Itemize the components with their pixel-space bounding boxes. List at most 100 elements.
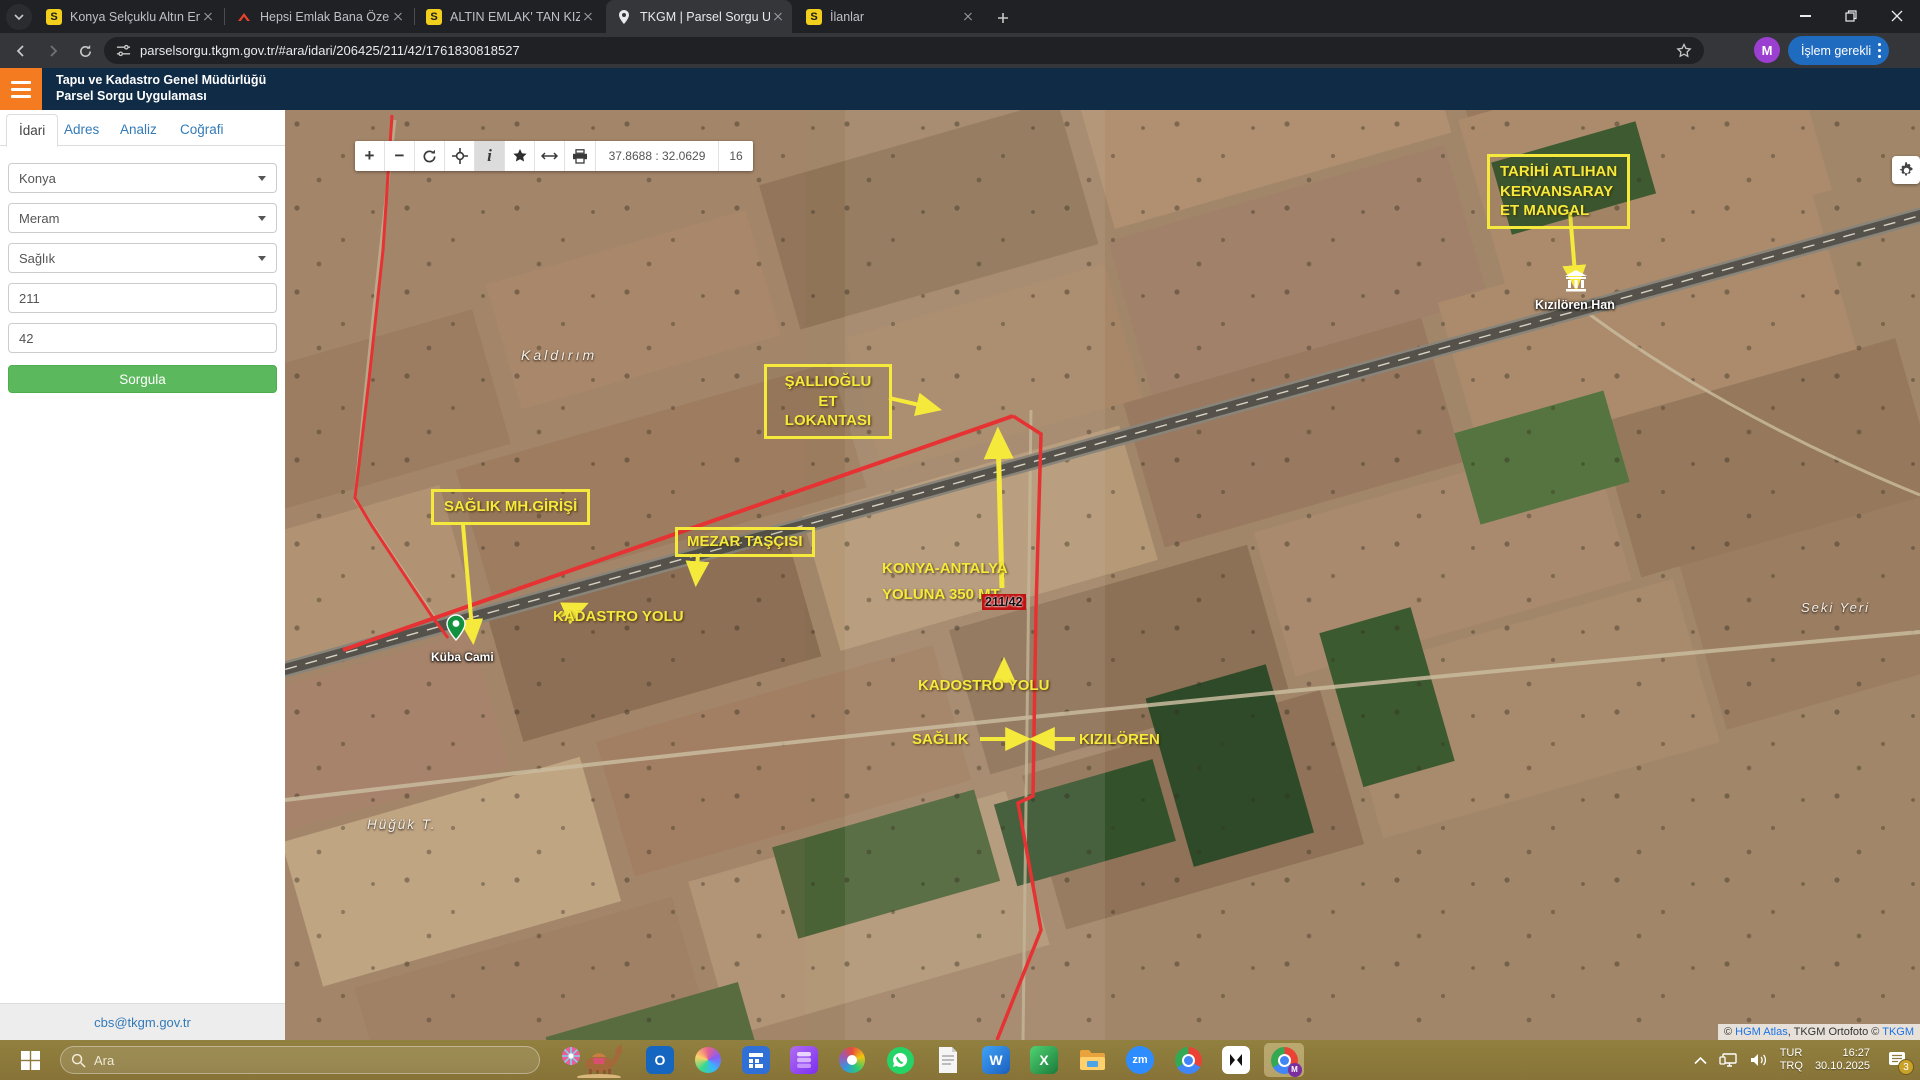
- attribution-hgm-link[interactable]: HGM Atlas: [1735, 1026, 1788, 1038]
- taskbar-purple-app-icon[interactable]: [784, 1043, 824, 1077]
- zoom-level-indicator: 16: [719, 141, 753, 171]
- tab-divider: [224, 8, 225, 25]
- app-title-line1: Tapu ve Kadastro Genel Müdürlüğü: [56, 73, 266, 87]
- tab-label: ALTIN EMLAK' TAN KIZILÖREN İ: [450, 10, 580, 24]
- annotation-sallioglu: ŞALLIOĞLU ET LOKANTASI: [764, 364, 892, 439]
- taskbar-whatsapp-icon[interactable]: [880, 1043, 920, 1077]
- district-select[interactable]: Meram: [8, 203, 277, 233]
- tab-cografi[interactable]: Coğrafi: [168, 114, 236, 147]
- block-number-input[interactable]: [8, 283, 277, 313]
- zoom-in-button[interactable]: +: [355, 141, 385, 171]
- search-icon: [71, 1053, 86, 1068]
- tab-analiz[interactable]: Analiz: [108, 114, 169, 147]
- search-input[interactable]: [94, 1053, 474, 1068]
- measure-button[interactable]: [535, 141, 565, 171]
- tab-hepsi-emlak[interactable]: Hepsi Emlak Bana Özel: [226, 0, 412, 33]
- start-button[interactable]: [10, 1043, 50, 1077]
- action-required-label: İşlem gerekli: [1801, 44, 1871, 58]
- location-pin-icon: [616, 9, 632, 25]
- hamburger-menu-button[interactable]: [0, 68, 42, 110]
- clock-indicator[interactable]: 16:2730.10.2025: [1815, 1047, 1870, 1073]
- forward-button[interactable]: [40, 38, 66, 64]
- language-indicator[interactable]: TURTRQ: [1780, 1047, 1803, 1073]
- annotation-kervansaray: TARİHİ ATLIHAN KERVANSARAY ET MANGAL: [1487, 154, 1630, 229]
- network-icon[interactable]: [1719, 1053, 1738, 1068]
- taskbar-word-icon[interactable]: W: [976, 1043, 1016, 1077]
- annotation-kiziloren: KIZILÖREN: [1079, 730, 1160, 750]
- refresh-button[interactable]: [415, 141, 445, 171]
- parcel-number-input[interactable]: [8, 323, 277, 353]
- print-button[interactable]: [565, 141, 595, 171]
- action-required-button[interactable]: İşlem gerekli: [1788, 36, 1889, 65]
- place-label-kuba-cami: Küba Cami: [431, 650, 494, 664]
- map-settings-button[interactable]: [1892, 156, 1920, 184]
- chevron-down-icon: [258, 256, 266, 261]
- tab-search-chevron-icon[interactable]: [6, 4, 32, 30]
- window-close-button[interactable]: [1874, 0, 1920, 32]
- taskbar-excel-icon[interactable]: X: [1024, 1043, 1064, 1077]
- neighborhood-value: Sağlık: [19, 251, 55, 266]
- tab-label: TKGM | Parsel Sorgu Uygulamas: [640, 10, 770, 24]
- place-label-kiziloren-han: Kızılören Han: [1535, 298, 1615, 312]
- notification-center-button[interactable]: 3: [1882, 1045, 1912, 1075]
- taskbar-search-box[interactable]: [60, 1046, 540, 1074]
- tab-ilanlar[interactable]: S İlanlar: [796, 0, 982, 33]
- speaker-icon[interactable]: [1750, 1053, 1768, 1067]
- taskbar-chrome-profile-icon[interactable]: M: [1264, 1043, 1304, 1077]
- site-settings-icon[interactable]: [116, 43, 131, 58]
- address-bar[interactable]: parselsorgu.tkgm.gov.tr/#ara/idari/20642…: [104, 37, 1704, 64]
- tab-label: Konya Selçuklu Altın Emlak Ekib: [70, 10, 200, 24]
- query-button[interactable]: Sorgula: [8, 365, 277, 393]
- app-title-line2: Parsel Sorgu Uygulaması: [56, 89, 266, 103]
- system-tray: TURTRQ 16:2730.10.2025 3: [1694, 1040, 1912, 1080]
- new-tab-button[interactable]: [990, 5, 1016, 31]
- district-value: Meram: [19, 211, 59, 226]
- tab-altin-emlak[interactable]: S ALTIN EMLAK' TAN KIZILÖREN İ: [416, 0, 602, 33]
- taskbar-outlook-icon[interactable]: O: [640, 1043, 680, 1077]
- browser-menu-icon[interactable]: [1878, 43, 1881, 58]
- taskbar-file-explorer-icon[interactable]: [1072, 1043, 1112, 1077]
- taskbar-notepad-icon[interactable]: [928, 1043, 968, 1077]
- map-canvas[interactable]: TARİHİ ATLIHAN KERVANSARAY ET MANGAL ŞAL…: [285, 110, 1920, 1040]
- place-label-seki-yeri: Seki Yeri: [1801, 600, 1870, 615]
- identify-button[interactable]: i: [475, 141, 505, 171]
- taskbar-paint-icon[interactable]: [832, 1043, 872, 1077]
- taskbar-chrome-icon[interactable]: [1168, 1043, 1208, 1077]
- tkgm-app-header: Tapu ve Kadastro Genel Müdürlüğü Parsel …: [0, 68, 1920, 110]
- tab-close-icon[interactable]: [390, 9, 406, 25]
- tab-close-icon[interactable]: [960, 9, 976, 25]
- favorites-button[interactable]: [505, 141, 535, 171]
- back-button[interactable]: [8, 38, 34, 64]
- tab-adres[interactable]: Adres: [52, 114, 111, 147]
- sidebar-footer: cbs@tkgm.gov.tr: [0, 1003, 285, 1040]
- taskbar-capcut-icon[interactable]: [1216, 1043, 1256, 1077]
- window-restore-button[interactable]: [1828, 0, 1874, 32]
- window-minimize-button[interactable]: [1782, 0, 1828, 32]
- attribution-text: , TKGM Ortofoto ©: [1788, 1026, 1883, 1038]
- taskbar-calculator-icon[interactable]: [736, 1043, 776, 1077]
- pan-crosshair-button[interactable]: [445, 141, 475, 171]
- tab-close-icon[interactable]: [770, 9, 786, 25]
- tray-chevron-icon[interactable]: [1694, 1056, 1707, 1065]
- bookmark-star-icon[interactable]: [1676, 43, 1692, 59]
- reload-button[interactable]: [72, 38, 98, 64]
- attribution-tkgm-link[interactable]: TKGM: [1882, 1026, 1914, 1038]
- taskbar-zoom-icon[interactable]: zm: [1120, 1043, 1160, 1077]
- favicon-s: S: [426, 9, 442, 25]
- tab-close-icon[interactable]: [580, 9, 596, 25]
- profile-avatar[interactable]: M: [1754, 37, 1780, 63]
- zoom-out-button[interactable]: −: [385, 141, 415, 171]
- neighborhood-select[interactable]: Sağlık: [8, 243, 277, 273]
- contact-email-link[interactable]: cbs@tkgm.gov.tr: [94, 1015, 191, 1030]
- taskbar-copilot-icon[interactable]: [688, 1043, 728, 1077]
- tab-konya-selcuklu[interactable]: S Konya Selçuklu Altın Emlak Ekib: [36, 0, 222, 33]
- province-select[interactable]: Konya: [8, 163, 277, 193]
- tab-close-icon[interactable]: [200, 9, 216, 25]
- windows-logo-icon: [21, 1051, 40, 1070]
- tab-tkgm-active[interactable]: TKGM | Parsel Sorgu Uygulamas: [606, 0, 792, 33]
- cursor-coordinates: 37.8688 : 32.0629: [595, 141, 719, 171]
- tab-idari[interactable]: İdari: [6, 114, 58, 147]
- screen: S Konya Selçuklu Altın Emlak Ekib Hepsi …: [0, 0, 1920, 1080]
- annotation-saglik-girisi: SAĞLIK MH.GİRİŞİ: [431, 489, 590, 525]
- browser-toolbar: parselsorgu.tkgm.gov.tr/#ara/idari/20642…: [0, 33, 1920, 68]
